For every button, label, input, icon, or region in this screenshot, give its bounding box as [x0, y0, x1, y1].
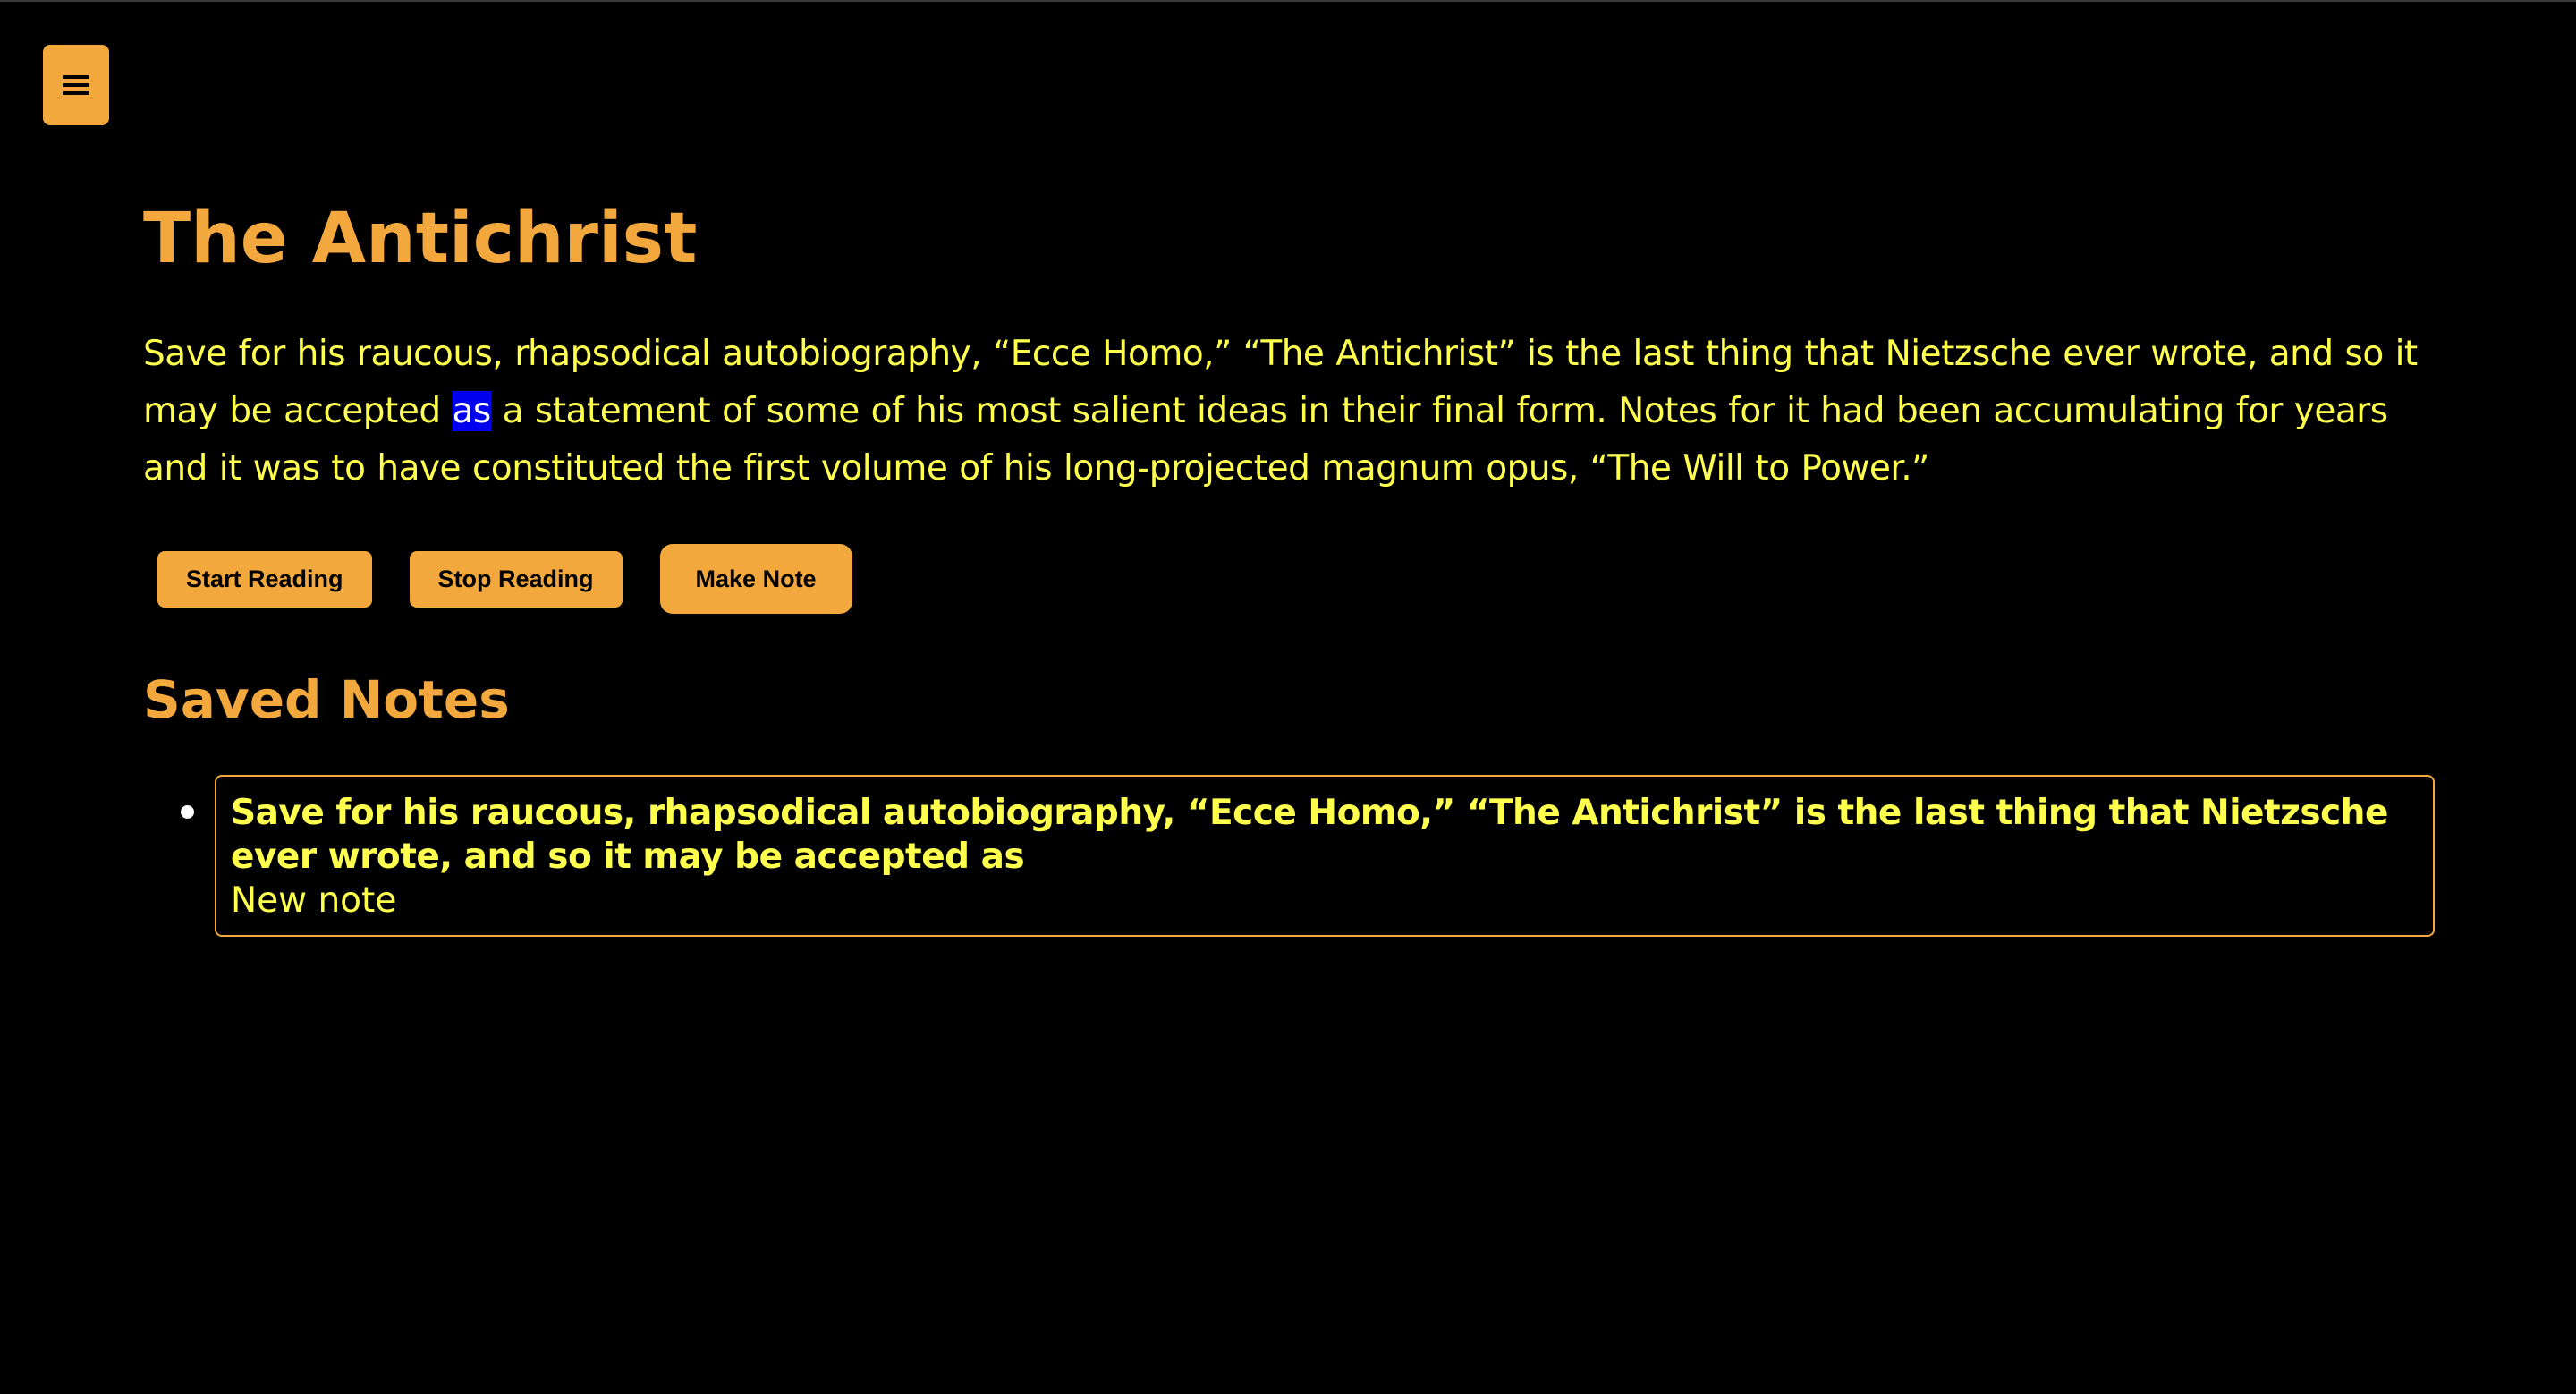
stop-reading-button[interactable]: Stop Reading	[409, 550, 623, 608]
menu-button[interactable]	[43, 45, 109, 125]
reader-content: The Antichrist Save for his raucous, rha…	[143, 190, 2435, 937]
make-note-button[interactable]: Make Note	[659, 544, 852, 614]
start-reading-button[interactable]: Start Reading	[157, 550, 372, 608]
note-card[interactable]: Save for his raucous, rhapsodical autobi…	[215, 775, 2435, 937]
reading-controls: Start Reading Stop Reading Make Note	[143, 544, 2433, 614]
bullet-icon	[181, 805, 194, 819]
note-text[interactable]: New note	[231, 879, 2419, 922]
saved-notes-list: Save for his raucous, rhapsodical autobi…	[143, 775, 2435, 937]
current-word-highlight: as	[452, 391, 491, 431]
hamburger-menu-icon	[63, 75, 89, 95]
saved-notes-heading: Saved Notes	[143, 669, 510, 730]
note-item: Save for his raucous, rhapsodical autobi…	[181, 775, 2435, 937]
book-title: The Antichrist	[143, 199, 698, 279]
book-passage[interactable]: Save for his raucous, rhapsodical autobi…	[143, 326, 2433, 497]
note-quote: Save for his raucous, rhapsodical autobi…	[231, 793, 2388, 877]
